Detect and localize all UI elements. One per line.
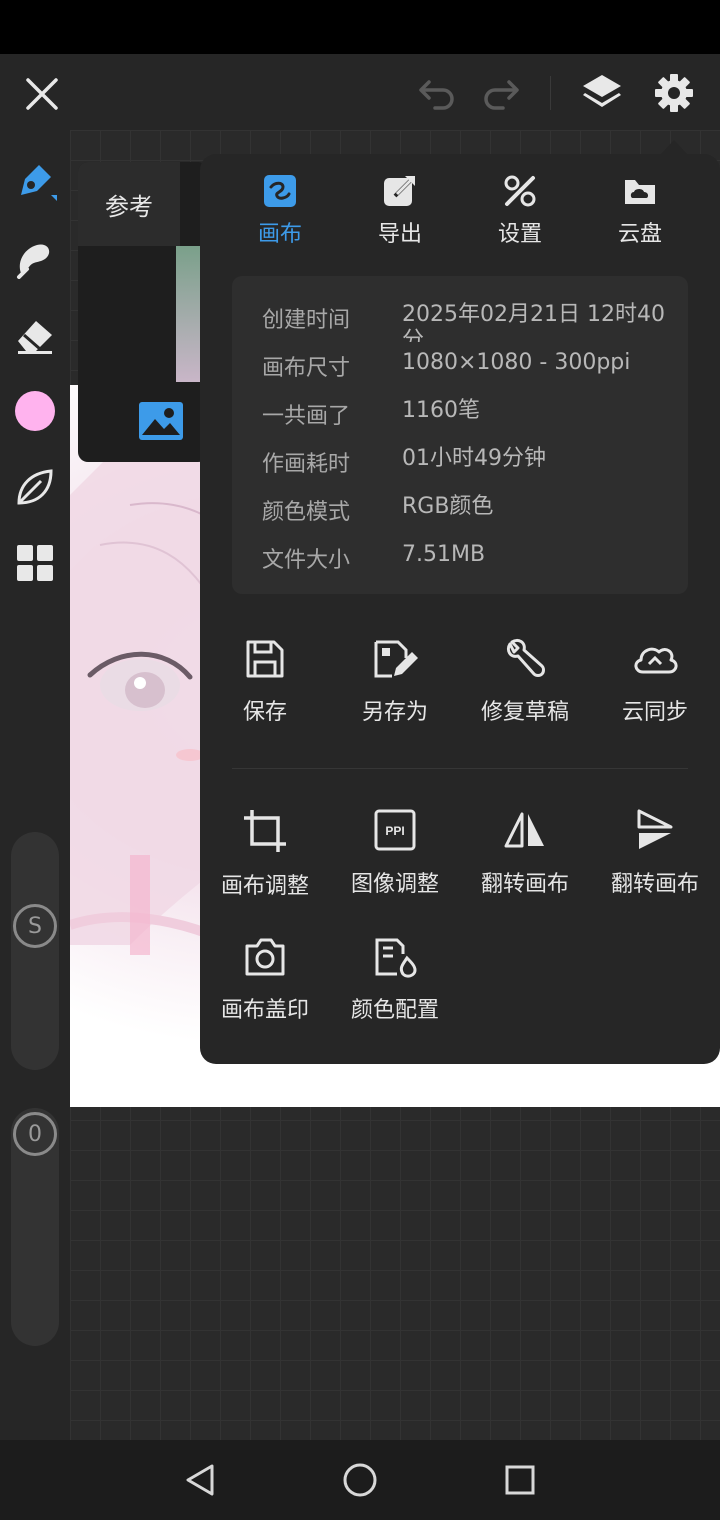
- cloud-sync-button[interactable]: 云同步: [590, 638, 720, 748]
- smudge-icon[interactable]: [0, 224, 70, 294]
- gear-icon[interactable]: [648, 68, 700, 118]
- wrench-icon: [506, 638, 545, 677]
- info-key: 文件大小: [262, 548, 351, 573]
- save-as-button[interactable]: 另存为: [330, 638, 460, 748]
- flip-vertical-icon: [637, 809, 673, 849]
- tab-cloud-disk[interactable]: 云盘: [580, 174, 700, 264]
- flip-horizontal-icon: [504, 812, 544, 848]
- recents-icon[interactable]: [496, 1458, 544, 1502]
- flip-vertical-label: 翻转画布: [610, 872, 699, 897]
- canvas-adjust-button[interactable]: 画布调整: [200, 808, 330, 918]
- ppi-icon: PPI: [374, 809, 416, 851]
- canvas-stamp-button[interactable]: 画布盖印: [200, 936, 330, 1046]
- tab-canvas[interactable]: 画布: [220, 174, 340, 264]
- export-icon: [384, 175, 416, 206]
- menu-separator: [232, 768, 688, 769]
- info-value: 1080×1080 - 300ppi: [402, 350, 631, 375]
- color-profile-icon: [375, 938, 417, 978]
- grid-icon[interactable]: [0, 528, 70, 598]
- reference-tab[interactable]: 参考: [78, 162, 180, 246]
- color-profile-label: 颜色配置: [350, 998, 439, 1023]
- redo-icon[interactable]: [476, 70, 526, 118]
- color-swatch[interactable]: [0, 376, 70, 446]
- crop-icon: [244, 810, 286, 852]
- back-icon[interactable]: [176, 1458, 224, 1502]
- status-bar: [0, 0, 720, 54]
- info-key: 颜色模式: [262, 500, 351, 525]
- tab-cloud-disk-label: 云盘: [617, 222, 662, 247]
- tools-icon: [504, 175, 536, 207]
- canvas-icon: [264, 175, 296, 207]
- camera-icon: [245, 938, 285, 976]
- info-key: 创建时间: [262, 308, 351, 333]
- home-icon[interactable]: [336, 1458, 384, 1502]
- canvas-menu-popover: 画布 导出 设置 云盘 创建时间 2025年02月21日 12时40分 画布尺寸…: [200, 154, 720, 1064]
- flip-vertical-button[interactable]: 翻转画布: [590, 808, 720, 918]
- tab-settings-label: 设置: [497, 222, 542, 247]
- info-value: 7.51MB: [402, 542, 486, 567]
- repair-draft-label: 修复草稿: [480, 700, 569, 725]
- tab-settings[interactable]: 设置: [460, 174, 580, 264]
- flip-horizontal-button[interactable]: 翻转画布: [460, 808, 590, 918]
- save-button[interactable]: 保存: [200, 638, 330, 748]
- brush-size-slider[interactable]: [11, 832, 59, 1070]
- image-icon[interactable]: [136, 398, 186, 444]
- toolbar-divider: [550, 76, 551, 110]
- undo-icon[interactable]: [412, 70, 462, 118]
- save-icon: [246, 640, 284, 678]
- save-as-icon: [374, 640, 418, 678]
- save-as-label: 另存为: [361, 700, 428, 725]
- popover-caret: [660, 140, 688, 155]
- cloud-sync-label: 云同步: [621, 700, 688, 725]
- brush-size-knob[interactable]: S: [13, 904, 57, 948]
- tab-export[interactable]: 导出: [340, 174, 460, 264]
- info-row: 作画耗时 01小时49分钟: [262, 446, 682, 486]
- cloud-disk-icon: [625, 180, 655, 204]
- info-row: 画布尺寸 1080×1080 - 300ppi: [262, 350, 682, 390]
- system-navbar: [0, 1440, 720, 1520]
- image-adjust-label: 图像调整: [350, 872, 439, 897]
- reference-panel: 参考: [78, 162, 208, 462]
- info-value: RGB颜色: [402, 494, 494, 519]
- eraser-icon[interactable]: [0, 300, 70, 370]
- image-adjust-button[interactable]: PPI 图像调整: [330, 808, 460, 918]
- canvas-info-box: 创建时间 2025年02月21日 12时40分 画布尺寸 1080×1080 -…: [232, 276, 688, 594]
- info-row: 创建时间 2025年02月21日 12时40分: [262, 302, 682, 342]
- canvas-stamp-label: 画布盖印: [220, 998, 309, 1023]
- info-key: 作画耗时: [262, 452, 351, 477]
- info-row: 文件大小 7.51MB: [262, 542, 682, 582]
- left-toolbar: S 0: [0, 130, 70, 1440]
- canvas-adjust-label: 画布调整: [220, 874, 309, 899]
- flip-horizontal-label: 翻转画布: [480, 872, 569, 897]
- info-row: 颜色模式 RGB颜色: [262, 494, 682, 534]
- repair-draft-button[interactable]: 修复草稿: [460, 638, 590, 748]
- close-icon[interactable]: [18, 70, 66, 118]
- tab-canvas-label: 画布: [257, 222, 302, 247]
- cloud-sync-icon: [634, 647, 678, 674]
- top-toolbar: [0, 54, 720, 130]
- info-value: 2025年02月21日 12时40分: [402, 302, 665, 342]
- info-key: 一共画了: [262, 404, 351, 429]
- save-label: 保存: [242, 700, 287, 725]
- color-profile-button[interactable]: 颜色配置: [330, 936, 460, 1046]
- tab-export-label: 导出: [377, 222, 422, 247]
- leaf-icon[interactable]: [0, 452, 70, 522]
- pen-icon[interactable]: [0, 146, 70, 216]
- svg-text:PPI: PPI: [385, 824, 404, 838]
- brush-opacity-knob[interactable]: 0: [13, 1112, 57, 1156]
- info-value: 01小时49分钟: [402, 446, 546, 471]
- info-value: 1160笔: [402, 398, 480, 423]
- info-key: 画布尺寸: [262, 356, 351, 381]
- info-row: 一共画了 1160笔: [262, 398, 682, 438]
- layers-icon[interactable]: [576, 68, 628, 118]
- canvas-menu-tabs: 画布 导出 设置 云盘: [200, 174, 720, 264]
